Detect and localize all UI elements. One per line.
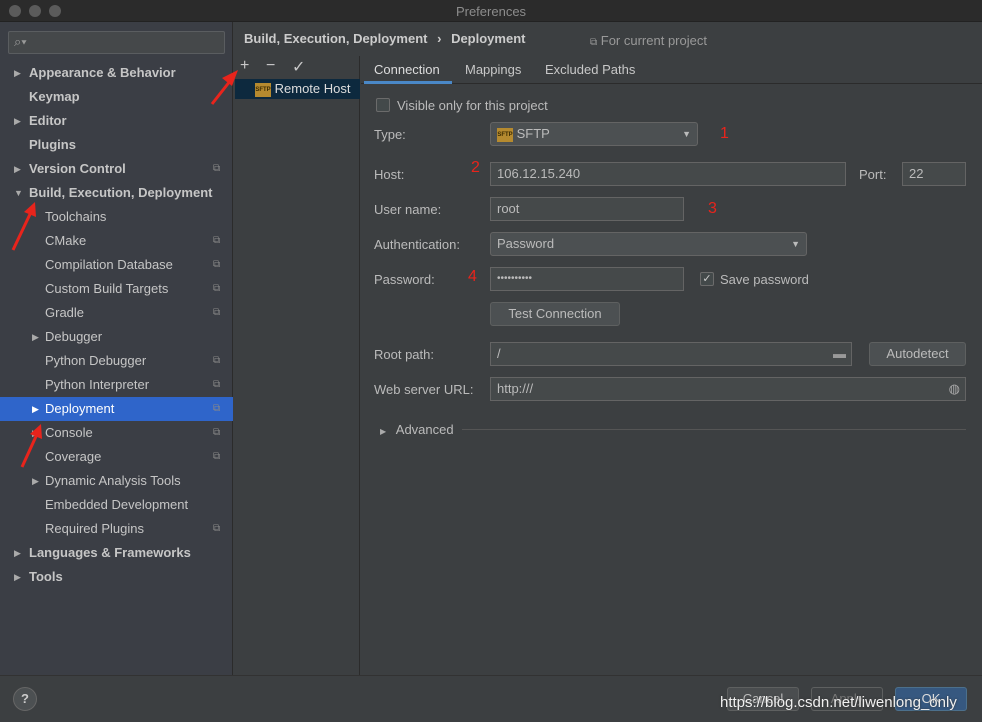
help-button[interactable]: ?: [13, 687, 37, 711]
watermark: https://blog.csdn.net/liwenlong_only: [720, 694, 957, 711]
annotation-arrows: [11, 70, 238, 468]
arrow-to-deployment: [20, 431, 40, 468]
arrow-to-build-section: [11, 209, 34, 251]
